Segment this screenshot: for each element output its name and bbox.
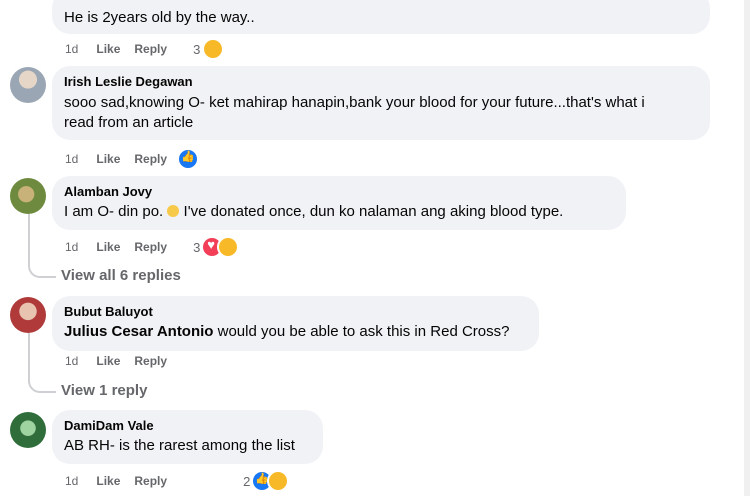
comment-bubble: Bubut Baluyot Julius Cesar Antonio would… bbox=[52, 296, 539, 351]
avatar[interactable] bbox=[10, 412, 46, 448]
care-reaction-icon bbox=[267, 470, 290, 492]
thread-connector bbox=[28, 262, 56, 278]
comment-time[interactable]: 1d bbox=[65, 152, 78, 166]
comment-text: He is 2years old by the way.. bbox=[64, 9, 255, 26]
reaction-summary[interactable]: 3 bbox=[193, 38, 225, 60]
reaction-count: 3 bbox=[193, 239, 201, 255]
like-button[interactable]: Like bbox=[96, 474, 120, 488]
thread-line bbox=[28, 214, 30, 266]
like-button[interactable]: Like bbox=[96, 42, 120, 56]
thread-connector bbox=[28, 377, 56, 393]
view-one-reply-link[interactable]: View 1 reply bbox=[61, 382, 147, 399]
comment-text: AB RH- is the rarest among the list bbox=[64, 437, 295, 454]
comment-text: sooo sad,knowing O- ket mahirap hanapin,… bbox=[64, 94, 645, 111]
comment-author[interactable]: Alamban Jovy bbox=[64, 183, 614, 200]
comment-actions: 1d Like Reply 3 bbox=[65, 38, 225, 60]
like-button[interactable]: Like bbox=[96, 240, 120, 254]
comment-bubble: DamiDam Vale AB RH- is the rarest among … bbox=[52, 410, 323, 464]
reply-button[interactable]: Reply bbox=[134, 474, 167, 488]
reaction-count: 2 bbox=[243, 473, 251, 489]
comment-text: I am O- din po. I've donated once, dun k… bbox=[64, 202, 614, 222]
reaction-summary[interactable]: 2 bbox=[243, 470, 290, 492]
reply-button[interactable]: Reply bbox=[134, 152, 167, 166]
view-all-replies-link[interactable]: View all 6 replies bbox=[61, 267, 181, 284]
comment-time[interactable]: 1d bbox=[65, 42, 78, 56]
comment-time[interactable]: 1d bbox=[65, 240, 78, 254]
care-reaction-icon bbox=[217, 236, 240, 258]
comment-actions: 1d Like Reply bbox=[65, 148, 200, 170]
comment-text: read from an article bbox=[64, 114, 194, 131]
comment-actions: 1d Like Reply 2 bbox=[65, 470, 290, 492]
care-reaction-icon bbox=[202, 38, 225, 60]
worried-face-emoji-icon bbox=[167, 205, 180, 217]
comment-author[interactable]: Irish Leslie Degawan bbox=[64, 73, 698, 90]
thread-line bbox=[28, 333, 30, 383]
scrollbar[interactable] bbox=[744, 0, 750, 496]
comment-bubble: Alamban Jovy I am O- din po. I've donate… bbox=[52, 176, 626, 230]
comment-actions: 1d Like Reply bbox=[65, 354, 181, 368]
comment-time[interactable]: 1d bbox=[65, 474, 78, 488]
comment-actions: 1d Like Reply 3 bbox=[65, 236, 240, 258]
comment-author[interactable]: DamiDam Vale bbox=[64, 417, 311, 434]
comment-text-part: I've donated once, dun ko nalaman ang ak… bbox=[179, 203, 564, 220]
comment-time[interactable]: 1d bbox=[65, 354, 78, 368]
comment-text: Julius Cesar Antonio would you be able t… bbox=[64, 322, 527, 342]
like-button[interactable]: Like bbox=[96, 152, 120, 166]
comment-bubble: He is 2years old by the way.. bbox=[52, 0, 710, 34]
avatar[interactable] bbox=[10, 67, 46, 103]
comment-text-part: I am O- din po. bbox=[64, 203, 168, 220]
like-button[interactable]: Like bbox=[96, 354, 120, 368]
mentioned-user[interactable]: Julius Cesar Antonio bbox=[64, 323, 213, 340]
reply-button[interactable]: Reply bbox=[134, 42, 167, 56]
comment-bubble: Irish Leslie Degawan sooo sad,knowing O-… bbox=[52, 66, 710, 140]
reply-button[interactable]: Reply bbox=[134, 354, 167, 368]
reply-button[interactable]: Reply bbox=[134, 240, 167, 254]
comment-text-part: would you be able to ask this in Red Cro… bbox=[213, 323, 510, 340]
reaction-count: 3 bbox=[193, 41, 201, 57]
avatar[interactable] bbox=[10, 297, 46, 333]
comment-author[interactable]: Bubut Baluyot bbox=[64, 303, 527, 320]
avatar[interactable] bbox=[10, 178, 46, 214]
reaction-summary[interactable]: 3 bbox=[193, 236, 240, 258]
reaction-summary[interactable] bbox=[177, 148, 200, 170]
like-reaction-icon bbox=[177, 148, 200, 170]
